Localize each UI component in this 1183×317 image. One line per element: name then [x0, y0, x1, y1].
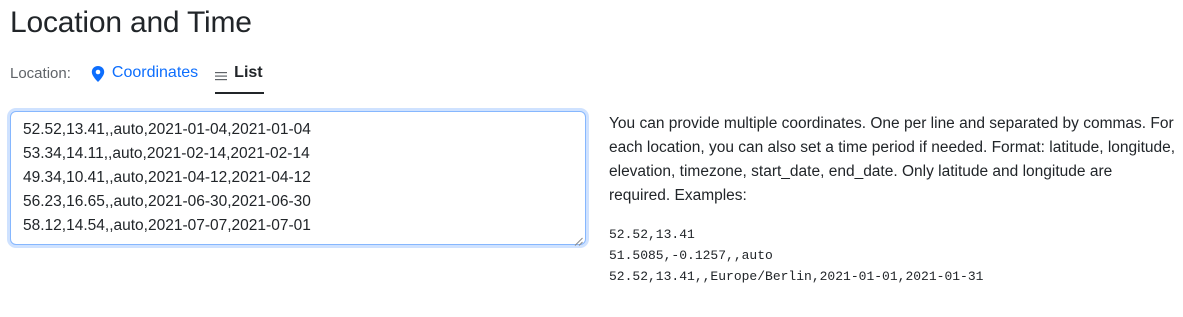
tab-list-label: List: [234, 64, 263, 81]
tab-coordinates[interactable]: Coordinates: [91, 63, 199, 94]
example-line: 52.52,13.41,,Europe/Berlin,2021-01-01,20…: [609, 269, 984, 284]
examples-block: 52.52,13.41 51.5085,-0.1257,,auto 52.52,…: [609, 224, 983, 287]
coordinates-list-textarea[interactable]: 52.52,13.41,,auto,2021-01-04,2021-01-04 …: [11, 112, 585, 244]
example-line: 51.5085,-0.1257,,auto: [609, 248, 773, 263]
list-icon: [215, 69, 228, 81]
location-tabs: Location: Coordinates List: [10, 63, 264, 95]
tab-list[interactable]: List: [215, 63, 264, 94]
format-help-text: You can provide multiple coordinates. On…: [609, 115, 1176, 204]
location-label: Location:: [10, 65, 71, 82]
page-title: Location and Time: [10, 6, 252, 39]
resize-handle-icon[interactable]: [574, 233, 583, 246]
tab-coordinates-label: Coordinates: [111, 64, 199, 81]
example-line: 52.52,13.41: [609, 227, 695, 242]
location-and-time-section: Location and Time Location: Coordinates …: [0, 0, 1183, 317]
map-pin-icon: [91, 66, 105, 82]
coordinates-list-field: 52.52,13.41,,auto,2021-01-04,2021-01-04 …: [10, 111, 586, 246]
